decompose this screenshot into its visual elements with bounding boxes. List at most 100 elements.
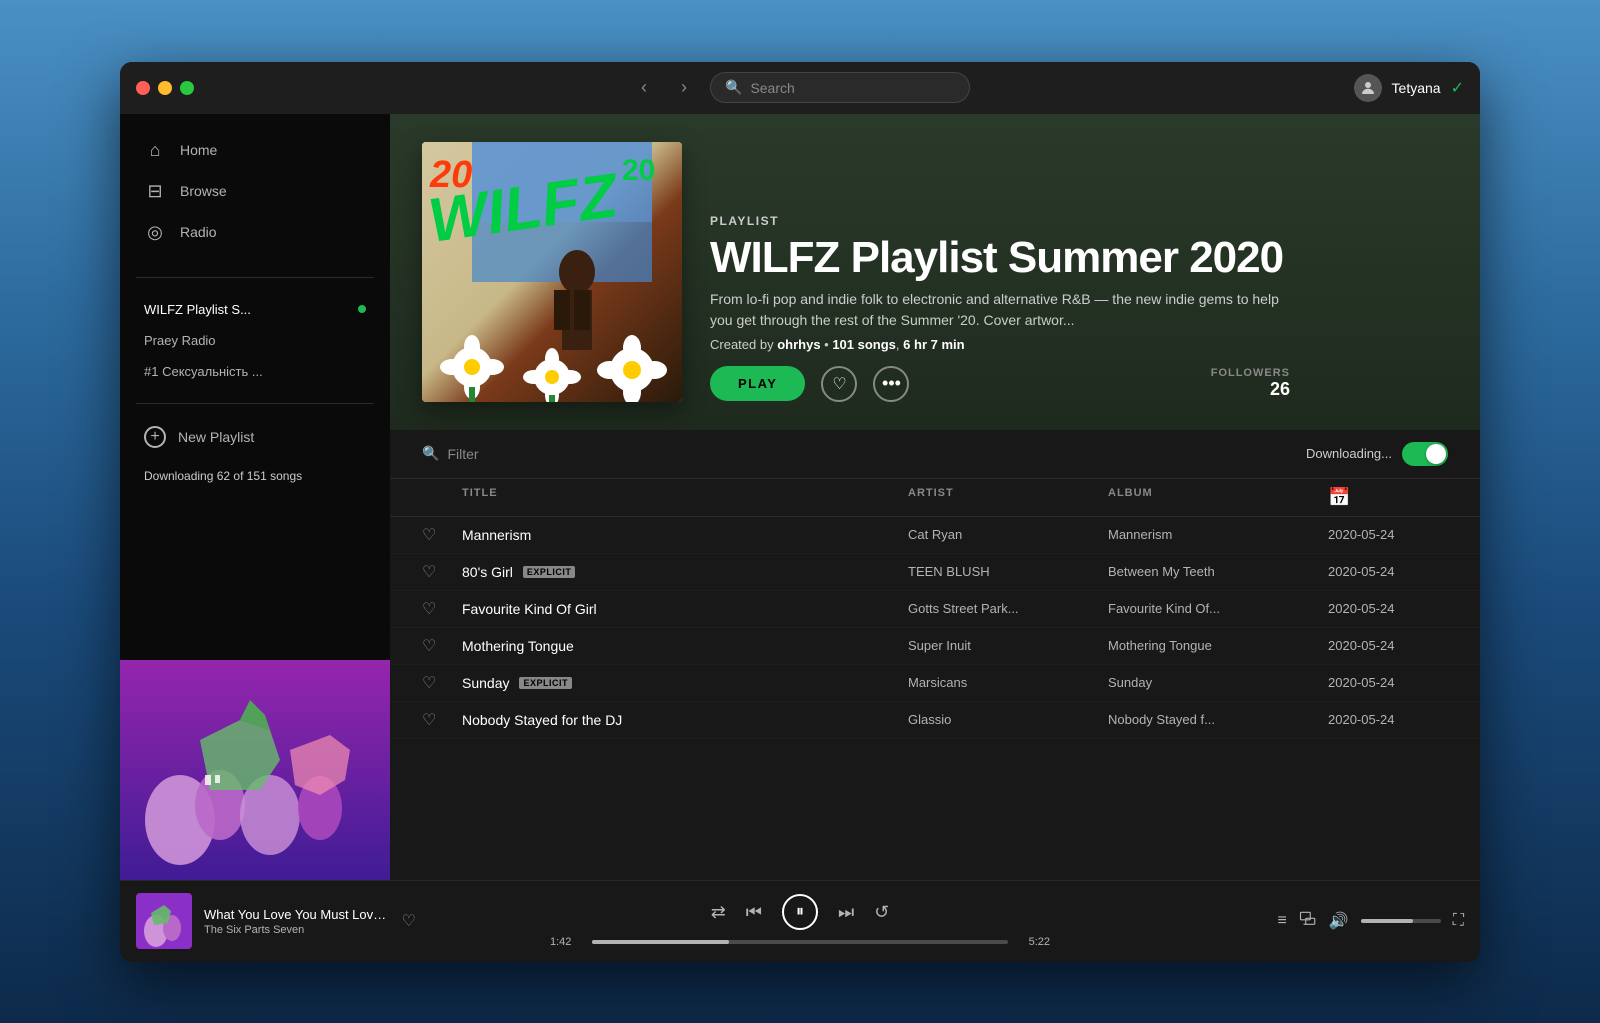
minimize-button[interactable] — [158, 81, 172, 95]
track-artist: Cat Ryan — [908, 527, 1108, 542]
track-row[interactable]: ♡ Mothering Tongue Super Inuit Mothering… — [390, 628, 1480, 665]
forward-button[interactable]: › — [670, 74, 698, 102]
next-button[interactable]: ⏭ — [838, 902, 854, 923]
explicit-badge: EXPLICIT — [523, 566, 576, 578]
track-row[interactable]: ♡ Nobody Stayed for the DJ Glassio Nobod… — [390, 702, 1480, 739]
track-album: Mothering Tongue — [1108, 638, 1328, 653]
calendar-icon: 📅 — [1328, 487, 1351, 507]
track-like-button[interactable]: ♡ — [422, 562, 462, 582]
track-date: 2020-05-24 — [1328, 675, 1448, 690]
col-title: TITLE — [462, 487, 908, 508]
sidebar-item-browse[interactable]: ⊟ Browse — [120, 171, 390, 212]
explicit-badge: EXPLICIT — [519, 677, 572, 689]
main-content: 20 WILFZ 20 — [390, 114, 1480, 880]
track-date: 2020-05-24 — [1328, 564, 1448, 579]
track-date: 2020-05-24 — [1328, 527, 1448, 542]
track-like-button[interactable]: ♡ — [422, 636, 462, 656]
previous-button[interactable]: ⏮ — [746, 902, 762, 923]
track-title: Mothering Tongue — [462, 638, 574, 654]
fullscreen-view-button[interactable]: ⛶ — [1453, 912, 1464, 930]
traffic-lights — [136, 81, 194, 95]
progress-bar-fill — [592, 940, 729, 944]
track-title-cell: Mothering Tongue — [462, 638, 908, 654]
tracklist-area[interactable]: 🔍 Downloading... TITLE A — [390, 430, 1480, 880]
downloading-banner: Downloading 62 of 151 songs — [120, 458, 390, 495]
downloading-status-label: Downloading... — [1306, 446, 1392, 461]
new-playlist-label: New Playlist — [178, 429, 254, 445]
playlist-actions: PLAY ♡ ••• FOLLOWERS 26 — [710, 366, 1290, 402]
playlist-cover: 20 WILFZ 20 — [422, 142, 682, 402]
volume-bar[interactable] — [1361, 919, 1441, 923]
track-album: Nobody Stayed f... — [1108, 712, 1328, 727]
pause-button[interactable]: ⏸ — [782, 894, 818, 930]
search-icon: 🔍 — [725, 79, 742, 96]
repeat-button[interactable]: ↺ — [874, 902, 889, 923]
playlist-header: 20 WILFZ 20 — [390, 114, 1480, 430]
toggle-knob — [1426, 444, 1446, 464]
playlist-type-label: PLAYLIST — [710, 214, 1290, 228]
track-album: Mannerism — [1108, 527, 1328, 542]
close-button[interactable] — [136, 81, 150, 95]
sidebar-item-radio[interactable]: ◎ Radio — [120, 212, 390, 253]
track-row[interactable]: ♡ Favourite Kind Of Girl Gotts Street Pa… — [390, 591, 1480, 628]
now-playing-bar: What You Love You Must Love Now The Six … — [120, 880, 1480, 962]
search-bar[interactable]: 🔍 — [710, 72, 970, 103]
search-input[interactable] — [750, 80, 955, 96]
filter-input-container[interactable]: 🔍 — [422, 445, 628, 462]
track-date: 2020-05-24 — [1328, 712, 1448, 727]
home-icon: ⌂ — [144, 140, 166, 161]
track-row[interactable]: ♡ 80's Girl EXPLICIT TEEN BLUSH Between … — [390, 554, 1480, 591]
play-button[interactable]: PLAY — [710, 366, 805, 401]
more-options-button[interactable]: ••• — [873, 366, 909, 402]
np-track-info: What You Love You Must Love Now The Six … — [204, 907, 390, 936]
playlist-title: WILFZ Playlist Summer 2020 — [710, 234, 1290, 282]
track-like-button[interactable]: ♡ — [422, 599, 462, 619]
browse-icon: ⊟ — [144, 181, 166, 202]
track-title: Nobody Stayed for the DJ — [462, 712, 622, 728]
dino-art — [120, 660, 390, 880]
playlist-item-wilfz[interactable]: WILFZ Playlist S... — [120, 294, 390, 325]
np-right: ≡ 🔊 ⛶ — [1184, 910, 1464, 933]
sidebar-item-label: Home — [180, 142, 217, 158]
track-title-cell: Favourite Kind Of Girl — [462, 601, 908, 617]
current-time: 1:42 — [550, 936, 582, 948]
track-row[interactable]: ♡ Mannerism Cat Ryan Mannerism 2020-05-2… — [390, 517, 1480, 554]
track-like-button[interactable]: ♡ — [422, 525, 462, 545]
playlist-item-sexy[interactable]: #1 Сексуальність ... — [120, 356, 390, 387]
track-title: 80's Girl — [462, 564, 513, 580]
tracklist-toolbar: 🔍 Downloading... — [390, 430, 1480, 479]
np-progress: 1:42 5:22 — [550, 936, 1050, 948]
track-artist: TEEN BLUSH — [908, 564, 1108, 579]
sidebar-item-home[interactable]: ⌂ Home — [120, 130, 390, 171]
volume-button[interactable]: 🔊 — [1329, 911, 1349, 931]
playlist-description: From lo-fi pop and indie folk to electro… — [710, 289, 1290, 331]
np-like-button[interactable]: ♡ — [402, 911, 416, 931]
track-like-button[interactable]: ♡ — [422, 673, 462, 693]
playlist-item-label: WILFZ Playlist S... — [144, 302, 251, 317]
titlebar-right: Tetyana ✓ — [1354, 74, 1464, 102]
like-playlist-button[interactable]: ♡ — [821, 366, 857, 402]
track-row[interactable]: ♡ Sunday EXPLICIT Marsicans Sunday 2020-… — [390, 665, 1480, 702]
track-like-button[interactable]: ♡ — [422, 710, 462, 730]
fullscreen-button[interactable] — [180, 81, 194, 95]
sidebar-item-label: Browse — [180, 183, 227, 199]
filter-input[interactable] — [447, 446, 628, 462]
playlist-item-praey[interactable]: Praey Radio — [120, 325, 390, 356]
np-track-name: What You Love You Must Love Now — [204, 907, 390, 922]
progress-bar[interactable] — [592, 940, 1008, 944]
track-artist: Gotts Street Park... — [908, 601, 1108, 616]
user-name: Tetyana — [1392, 80, 1441, 96]
playlist-duration: 6 hr 7 min — [903, 337, 964, 352]
volume-bar-fill — [1361, 919, 1413, 923]
queue-button[interactable]: ≡ — [1278, 912, 1287, 930]
download-toggle[interactable] — [1402, 442, 1448, 466]
new-playlist-button[interactable]: + New Playlist — [120, 416, 390, 458]
track-date: 2020-05-24 — [1328, 601, 1448, 616]
track-album: Sunday — [1108, 675, 1328, 690]
shuffle-button[interactable]: ⇄ — [711, 902, 726, 923]
back-button[interactable]: ‹ — [630, 74, 658, 102]
playlist-cover-art: 20 WILFZ 20 — [422, 142, 682, 402]
sidebar-divider — [136, 277, 374, 278]
track-title-cell: Nobody Stayed for the DJ — [462, 712, 908, 728]
devices-button[interactable] — [1299, 910, 1317, 933]
